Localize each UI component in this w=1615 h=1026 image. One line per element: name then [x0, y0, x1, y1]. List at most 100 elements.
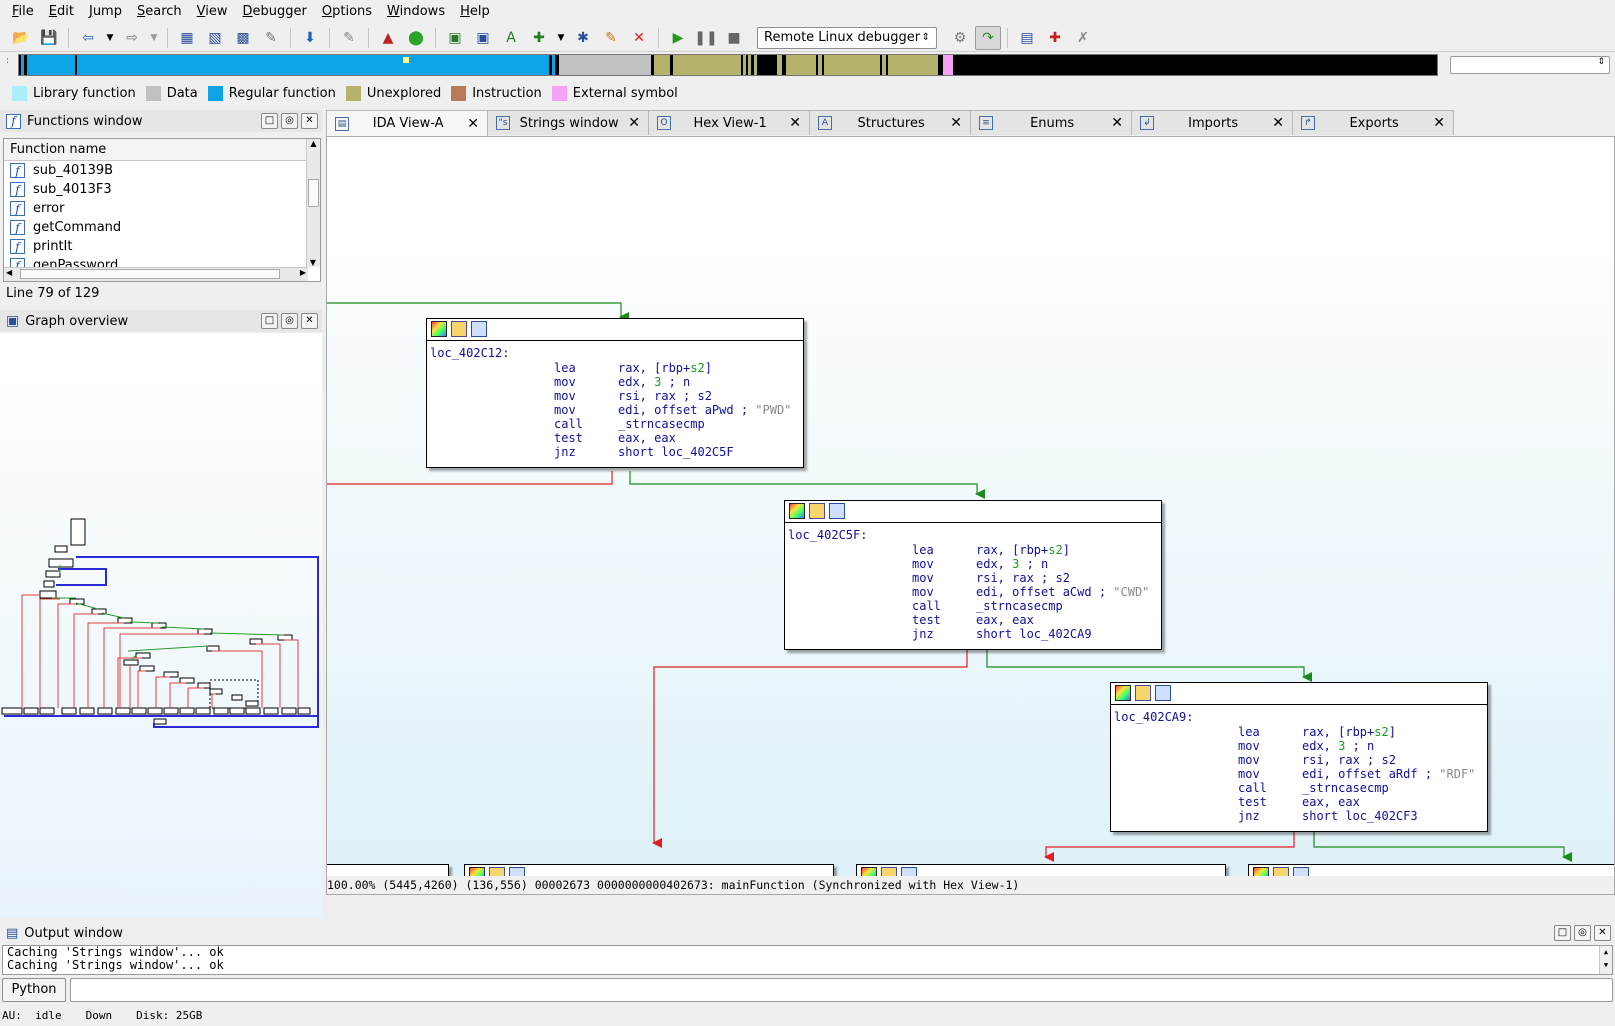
instruction[interactable]: jnz short loc_402CA9	[788, 627, 1158, 641]
scroll-right-icon[interactable]: ▶	[300, 268, 306, 277]
group-icon[interactable]	[471, 321, 487, 337]
close-icon[interactable]: ✕	[301, 113, 318, 129]
instruction[interactable]: jnz short loc_402CF3	[1114, 809, 1484, 823]
nav-band-combo[interactable]: ⇕	[1450, 56, 1610, 74]
scroll-thumb[interactable]	[20, 269, 280, 279]
instruction[interactable]: mov edx, 3 ; n	[430, 375, 800, 389]
close-icon[interactable]: ✕	[950, 115, 962, 131]
close-icon[interactable]: ✕	[1272, 115, 1284, 131]
scroll-down-icon[interactable]: ▼	[307, 258, 319, 267]
instruction[interactable]: test eax, eax	[1114, 795, 1484, 809]
instruction[interactable]: mov edi, offset aCwd ; "CWD"	[788, 585, 1158, 599]
color-icon[interactable]	[789, 503, 805, 519]
menu-windows[interactable]: Windows	[381, 0, 454, 24]
scroll-up-icon[interactable]: ▲	[307, 139, 320, 148]
make-data-icon[interactable]: ▣	[470, 26, 496, 50]
instruction[interactable]: mov edx, 3 ; n	[1114, 739, 1484, 753]
rename-icon[interactable]: ✎	[598, 26, 624, 50]
menu-file[interactable]: File	[6, 0, 43, 24]
menu-debugger[interactable]: Debugger	[237, 0, 316, 24]
navigator-icon[interactable]: ✎	[336, 26, 362, 50]
graph-icon[interactable]: ▲	[375, 26, 401, 50]
node-label[interactable]: loc_402C12:	[430, 345, 800, 361]
color-icon[interactable]	[1115, 685, 1131, 701]
instruction[interactable]: lea rax, [rbp+s2]	[788, 543, 1158, 557]
close-icon[interactable]: ✕	[1594, 925, 1611, 941]
trace-icon[interactable]: ⚙	[947, 26, 973, 50]
close-icon[interactable]: ✕	[789, 115, 801, 131]
function-row[interactable]: f sub_4013F3	[4, 180, 320, 199]
pause-icon[interactable]: ❚❚	[693, 26, 719, 50]
maximize-icon[interactable]: □	[1554, 925, 1571, 941]
function-row[interactable]: f printIt	[4, 237, 320, 256]
instruction[interactable]: jnz short loc_402C5F	[430, 445, 800, 459]
back-dropdown-icon[interactable]: ▼	[103, 26, 117, 50]
forward-icon[interactable]: ⇨	[119, 26, 145, 50]
output-log[interactable]: Caching 'Strings window'... ok Caching '…	[2, 945, 1613, 975]
instruction[interactable]: mov edi, offset aPwd ; "PWD"	[430, 403, 800, 417]
debugger-select[interactable]: Remote Linux debugger ⇕	[757, 26, 937, 49]
group-icon[interactable]	[1155, 685, 1171, 701]
tab-hex-view-1[interactable]: O Hex View-1 ✕	[648, 110, 810, 135]
search-binary-icon[interactable]: ▩	[230, 26, 256, 50]
group-icon[interactable]	[829, 503, 845, 519]
close-icon[interactable]: ✕	[301, 313, 318, 329]
save-icon[interactable]: 💾	[36, 26, 62, 50]
graph-node[interactable]: loc_402C5F: lea rax, [rbp+s2] mov edx, 3 ;…	[784, 500, 1162, 650]
float-icon[interactable]: ◎	[281, 313, 298, 329]
instruction[interactable]: mov edx, 3 ; n	[788, 557, 1158, 571]
run-icon[interactable]: ▶	[665, 26, 691, 50]
navigation-band[interactable]	[18, 54, 1438, 76]
make-string-icon[interactable]: A	[498, 26, 524, 50]
scroll-left-icon[interactable]: ◀	[6, 268, 12, 277]
breakpoint-list-icon[interactable]: ▤	[1014, 26, 1040, 50]
instruction[interactable]: call _strncasecmp	[788, 599, 1158, 613]
tab-strings-window[interactable]: "s Strings window ✕	[487, 110, 649, 135]
tab-imports[interactable]: ↲ Imports ✕	[1131, 110, 1293, 135]
output-scrollbar[interactable]: ▲ ▼	[1599, 946, 1612, 974]
menu-jump[interactable]: Jump	[83, 0, 131, 24]
python-button[interactable]: Python	[2, 978, 66, 1002]
instruction[interactable]: lea rax, [rbp+s2]	[430, 361, 800, 375]
instruction[interactable]: mov edi, offset aRdf ; "RDF"	[1114, 767, 1484, 781]
node-label[interactable]: loc_402CA9:	[1114, 709, 1484, 725]
delete-breakpoint-icon[interactable]: ✗	[1070, 26, 1096, 50]
create-struct-icon[interactable]: ✱	[570, 26, 596, 50]
horizontal-scrollbar[interactable]: ◀ ▶	[4, 267, 308, 281]
instruction[interactable]: mov rsi, rax ; s2	[430, 389, 800, 403]
search-text-icon[interactable]: ▧	[202, 26, 228, 50]
status-green-icon[interactable]: ⬤	[403, 26, 429, 50]
edit-icon[interactable]	[809, 503, 825, 519]
maximize-icon[interactable]: □	[261, 313, 278, 329]
vertical-scrollbar[interactable]: ▲ ▼	[306, 139, 320, 267]
function-row[interactable]: f error	[4, 199, 320, 218]
float-icon[interactable]: ◎	[281, 113, 298, 129]
function-name-column-header[interactable]: Function name	[4, 139, 320, 161]
forward-dropdown-icon[interactable]: ▼	[147, 26, 161, 50]
make-code-icon[interactable]: ▣	[442, 26, 468, 50]
tab-structures[interactable]: A Structures ✕	[809, 110, 971, 135]
node-label[interactable]: loc_402C5F:	[788, 527, 1158, 543]
close-icon[interactable]: ✕	[628, 115, 640, 131]
edit-icon[interactable]	[1135, 685, 1151, 701]
undefine-icon[interactable]: ✕	[626, 26, 652, 50]
color-icon[interactable]	[431, 321, 447, 337]
stop-icon[interactable]: ■	[721, 26, 747, 50]
tab-ida-view-a[interactable]: ▤ IDA View-A ✕	[326, 110, 488, 136]
tab-enums[interactable]: ≡ Enums ✕	[970, 110, 1132, 135]
float-icon[interactable]: ◎	[1574, 925, 1591, 941]
instruction[interactable]: lea rax, [rbp+s2]	[1114, 725, 1484, 739]
instruction[interactable]: test eax, eax	[788, 613, 1158, 627]
close-icon[interactable]: ✕	[1111, 115, 1123, 131]
close-icon[interactable]: ✕	[1433, 115, 1445, 131]
maximize-icon[interactable]: □	[261, 113, 278, 129]
make-array-icon[interactable]: ✚	[526, 26, 552, 50]
open-icon[interactable]: 📂	[8, 26, 34, 50]
menu-search[interactable]: Search	[131, 0, 191, 24]
back-icon[interactable]: ⇦	[75, 26, 101, 50]
menu-options[interactable]: Options	[316, 0, 381, 24]
instruction[interactable]: mov rsi, rax ; s2	[788, 571, 1158, 585]
jump-address-icon[interactable]: ▦	[174, 26, 200, 50]
command-input[interactable]	[70, 978, 1613, 1002]
scroll-thumb[interactable]	[308, 179, 319, 207]
